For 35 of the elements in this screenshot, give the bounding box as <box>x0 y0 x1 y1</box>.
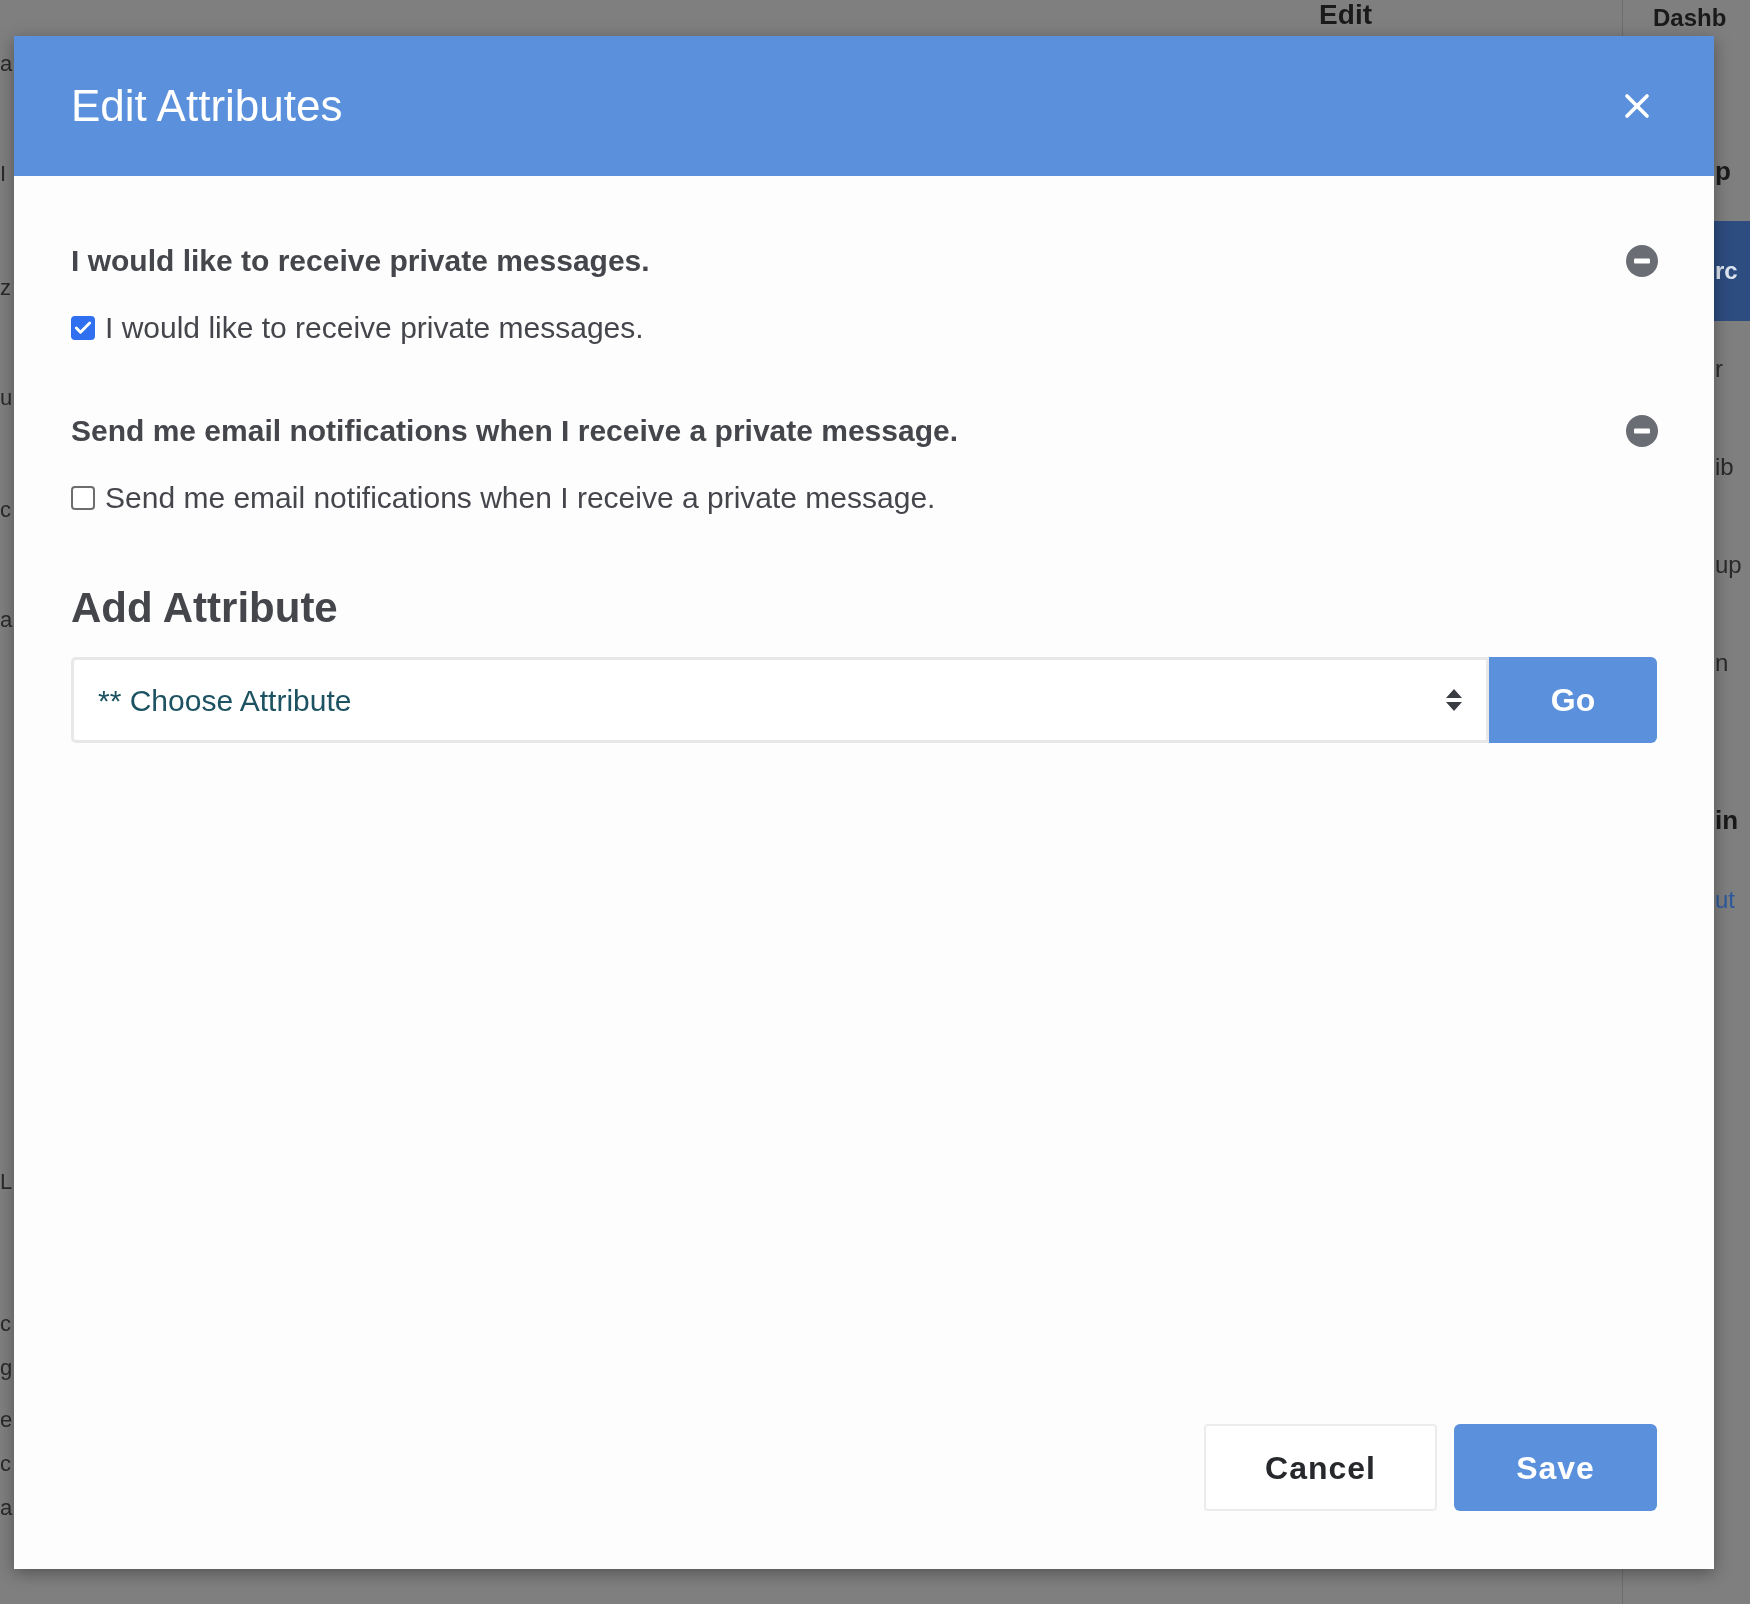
attribute-heading: I would like to receive private messages. <box>71 243 650 279</box>
text-fragment: c <box>0 1451 11 1476</box>
text-fragment: a <box>0 607 13 632</box>
text-fragment: z <box>0 275 11 300</box>
text-fragment: L <box>0 1169 13 1194</box>
dialog-title: Edit Attributes <box>71 80 343 132</box>
text-fragment: c <box>0 1311 11 1336</box>
remove-icon[interactable] <box>1626 414 1658 447</box>
text-fragment: c <box>0 497 11 522</box>
attribute-heading: Send me email notifications when I receive a private message. <box>71 413 959 449</box>
text-fragment: I <box>0 161 7 186</box>
heading-fragment: in <box>1714 805 1739 835</box>
text-fragment: n <box>1714 649 1729 676</box>
text-fragment: up <box>1714 551 1742 578</box>
checkbox[interactable] <box>71 315 95 340</box>
attribute-select[interactable]: ** Choose Attribute <box>71 657 1489 743</box>
text-fragment: e <box>0 1407 13 1432</box>
text-fragment: u <box>0 385 13 410</box>
text-fragment: ib <box>1714 453 1734 480</box>
checkbox-label: Send me email notifications when I receive a private message. <box>105 480 936 516</box>
heading-fragment: p <box>1714 156 1731 186</box>
sort-arrows-icon <box>1446 689 1462 711</box>
section-heading: Add Attribute <box>71 583 339 633</box>
link-fragment: ut <box>1714 886 1735 913</box>
column-header-text: Edit <box>1319 0 1372 30</box>
text-fragment: a <box>0 51 13 76</box>
remove-icon[interactable] <box>1626 244 1658 277</box>
cancel-button[interactable]: Cancel <box>1204 1424 1437 1511</box>
text-fragment: g <box>0 1355 13 1380</box>
heading-fragment: Dashb <box>1653 4 1728 32</box>
text-fragment: r <box>1714 355 1723 382</box>
checkbox[interactable] <box>71 485 95 510</box>
button-text-fragment: rc <box>1714 256 1738 286</box>
text-fragment: a <box>0 1495 13 1520</box>
checkbox-label: I would like to receive private messages. <box>105 310 644 346</box>
